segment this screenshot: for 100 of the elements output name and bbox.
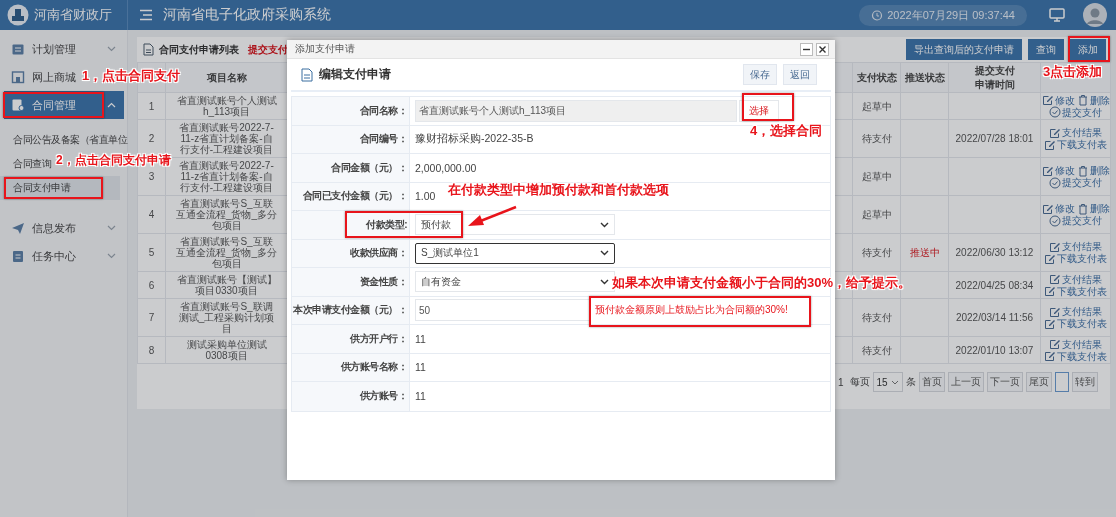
minimize-icon[interactable] — [800, 42, 813, 56]
field-label: 资金性质： — [359, 274, 407, 289]
org-name: 河南省财政厅 — [34, 6, 112, 24]
nav-subitem[interactable]: 合同公告及备案（省直单位 — [0, 128, 127, 152]
row-number: 2 — [148, 133, 155, 144]
column-header: 项目名称 — [206, 71, 247, 83]
edit-icon — [1044, 138, 1056, 151]
field-value: 11 — [415, 332, 426, 345]
field-label: 供方开户行： — [350, 331, 407, 346]
action-link[interactable]: 支付结果 — [1049, 305, 1102, 318]
project-name: 省直测试账号2022-7-11-z省直计划备案-自行支付-工程建设项目 — [178, 160, 275, 193]
page-size-select[interactable]: 15 — [872, 372, 903, 392]
action-link[interactable]: 支付结果 — [1049, 273, 1102, 285]
menu-icon[interactable] — [139, 9, 153, 21]
annotation-text: 在付款类型中增加预付款和首付款选项 — [448, 182, 669, 198]
system-title: 河南省电子化政府采购系统 — [163, 6, 331, 24]
edit-icon — [1049, 240, 1061, 253]
form-button[interactable]: 返回 — [783, 64, 817, 85]
edit-icon — [1049, 273, 1061, 285]
field-label: 收款供应商： — [350, 246, 407, 261]
edit-icon — [1044, 252, 1056, 265]
document-icon — [301, 67, 313, 82]
action-link[interactable]: 修改 — [1041, 164, 1075, 177]
trash-icon — [1076, 202, 1089, 215]
form-button[interactable]: 保存 — [743, 64, 777, 85]
arrow — [466, 205, 518, 229]
pagination-button[interactable]: 上一页 — [947, 372, 984, 392]
edit-icon — [1041, 202, 1054, 215]
dropdown-field[interactable]: 预付款 — [415, 214, 615, 236]
edit-icon — [1044, 285, 1056, 297]
row-number: 6 — [148, 279, 155, 291]
highlight-frame — [1068, 36, 1110, 62]
field-label: 合同名称： — [359, 103, 407, 118]
action-link[interactable]: 提交支付 — [1049, 214, 1102, 227]
page-number-field[interactable] — [1054, 372, 1069, 392]
nav-item[interactable]: 计划管理 — [4, 35, 124, 63]
action-link[interactable]: 下载支付表 — [1044, 285, 1107, 297]
push-status: 推送中 — [909, 247, 940, 258]
field-value: 2,000,000.00 — [415, 161, 477, 174]
trash-icon — [1076, 94, 1089, 106]
project-name: 省直测试账号2022-7-11-z省直计划备案-自行支付-工程建设项目 — [178, 122, 275, 155]
nav-item[interactable]: 任务中心 — [4, 242, 124, 270]
action-link[interactable]: 下载支付表 — [1044, 138, 1107, 151]
amount-field[interactable]: 50 — [415, 299, 591, 322]
action-link[interactable]: 提交支付 — [1049, 106, 1102, 118]
datetime-text: 2022年07月29日 09:37:44 — [887, 7, 1015, 23]
action-link[interactable]: 修改 — [1041, 202, 1075, 215]
avatar-icon[interactable] — [1083, 3, 1107, 27]
column-header: 支付状态 — [856, 71, 897, 83]
toolbar-button[interactable]: 添加 — [1070, 39, 1106, 60]
column-header: 推送状态 — [904, 71, 945, 83]
submit-time: 2022/04/25 08:34 — [955, 279, 1034, 291]
action-link[interactable]: 提交支付 — [1049, 176, 1102, 189]
go-button[interactable]: 转到 — [1071, 372, 1098, 392]
project-name: 测试采购单位测试0308项目 — [185, 339, 268, 361]
submit-time: 2022/03/14 11:56 — [955, 312, 1034, 323]
payment-status: 待支付 — [861, 133, 892, 144]
edit-icon — [1049, 126, 1061, 139]
chevron-down-icon — [600, 250, 609, 257]
pagination-button[interactable]: 下一页 — [986, 372, 1023, 392]
action-link[interactable]: 删除 — [1076, 94, 1110, 106]
payment-status: 待支付 — [861, 247, 892, 258]
check-circle-icon — [1049, 106, 1061, 118]
pagination-button[interactable]: 尾页 — [1025, 372, 1052, 392]
action-link[interactable]: 支付结果 — [1049, 126, 1102, 139]
action-link[interactable]: 下载支付表 — [1044, 350, 1107, 362]
field-label: 供方账号名称： — [340, 360, 407, 375]
check-circle-icon — [1049, 214, 1061, 227]
close-icon[interactable] — [816, 42, 829, 56]
field-value: 11 — [415, 361, 426, 374]
payment-status: 待支付 — [861, 312, 892, 323]
toolbar-button[interactable]: 导出查询后的支付申请 — [906, 39, 1022, 60]
nav-item[interactable]: 信息发布 — [4, 214, 124, 242]
action-link[interactable]: 删除 — [1076, 164, 1110, 177]
dropdown-field[interactable]: S_测试单位1 — [415, 242, 615, 264]
action-link[interactable]: 修改 — [1041, 94, 1075, 106]
payment-status: 起草中 — [861, 209, 892, 220]
submit-time: 2022/06/30 13:12 — [955, 247, 1034, 258]
edit-icon — [1044, 317, 1056, 330]
edit-icon — [1041, 94, 1054, 106]
nav-subitem[interactable]: 合同查询 — [0, 152, 51, 176]
check-circle-icon — [1049, 176, 1061, 189]
payment-status: 起草中 — [861, 100, 892, 112]
action-link[interactable]: 删除 — [1076, 202, 1110, 215]
action-link[interactable]: 下载支付表 — [1044, 317, 1107, 330]
contract-name-field[interactable]: 省直测试账号个人测试h_113项目 — [415, 99, 737, 122]
field-label: 供方账号： — [359, 389, 407, 404]
row-number: 3 — [148, 171, 155, 182]
project-name: 省直测试账号S_联调测试_工程采购计划项目 — [177, 301, 276, 334]
pagination-button[interactable]: 首页 — [918, 372, 945, 392]
action-link[interactable]: 下载支付表 — [1044, 252, 1107, 265]
toolbar-button[interactable]: 查询 — [1028, 39, 1064, 60]
action-link[interactable]: 支付结果 — [1049, 338, 1102, 350]
page-count: 1 — [838, 376, 844, 388]
edit-icon — [1044, 350, 1056, 362]
action-link[interactable]: 支付结果 — [1049, 240, 1102, 253]
annotation-text: 3点击添加 — [1043, 64, 1103, 80]
calendar-icon — [11, 42, 25, 56]
monitor-icon[interactable] — [1049, 8, 1065, 22]
chevron-down-icon — [107, 225, 116, 231]
